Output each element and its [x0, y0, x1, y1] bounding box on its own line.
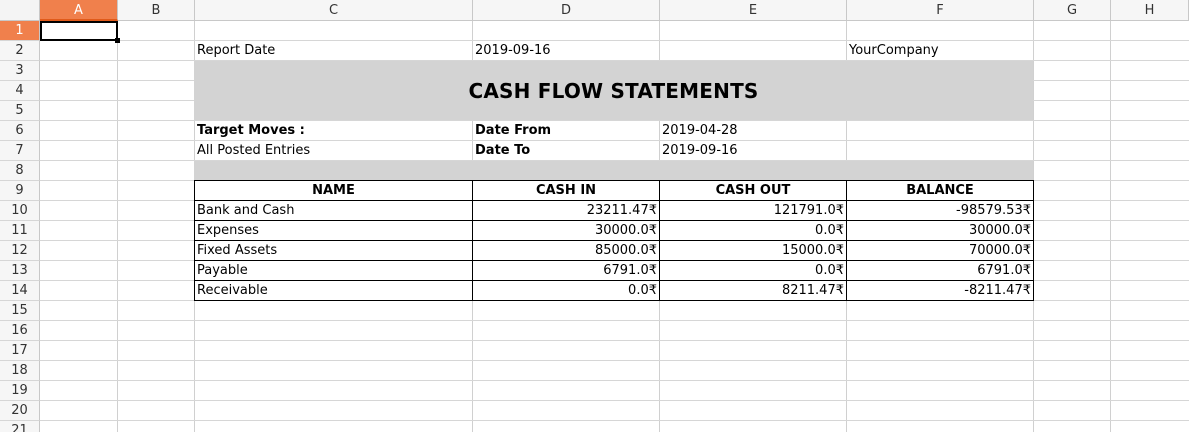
table-cell-cash-in[interactable]: 85000.0₹: [473, 241, 659, 261]
table-cell-balance[interactable]: 30000.0₹: [847, 221, 1033, 241]
table-header-cash-in[interactable]: CASH IN: [473, 181, 659, 201]
table-cell-name[interactable]: Fixed Assets: [195, 241, 472, 261]
table-cell-cash-in[interactable]: 6791.0₹: [473, 261, 659, 281]
select-all-corner[interactable]: [0, 0, 40, 21]
column-header-e[interactable]: E: [660, 0, 847, 21]
row-header-11[interactable]: 11: [0, 221, 40, 241]
table-cell-balance[interactable]: 6791.0₹: [847, 261, 1033, 281]
row-header-21[interactable]: 21: [0, 421, 40, 432]
report-date-value[interactable]: 2019-09-16: [473, 41, 659, 61]
table-cell-name[interactable]: Payable: [195, 261, 472, 281]
target-moves-label[interactable]: Target Moves :: [195, 121, 472, 141]
table-cell-cash-in[interactable]: 0.0₹: [473, 281, 659, 301]
table-header-balance[interactable]: BALANCE: [847, 181, 1033, 201]
column-header-d[interactable]: D: [473, 0, 660, 21]
column-header-a[interactable]: A: [40, 0, 118, 21]
row-header-13[interactable]: 13: [0, 261, 40, 281]
gridline: [40, 400, 1189, 401]
table-border: [1033, 180, 1034, 301]
row-header-5[interactable]: 5: [0, 101, 40, 121]
table-cell-name[interactable]: Bank and Cash: [195, 201, 472, 221]
gridline: [40, 380, 1189, 381]
row-header-8[interactable]: 8: [0, 161, 40, 181]
cell-grid[interactable]: CASH FLOW STATEMENTS Report Date 2019-09…: [40, 21, 1189, 432]
date-from-value[interactable]: 2019-04-28: [660, 121, 846, 141]
table-cell-name[interactable]: Receivable: [195, 281, 472, 301]
row-header-19[interactable]: 19: [0, 381, 40, 401]
column-header-h[interactable]: H: [1111, 0, 1189, 21]
company-name[interactable]: YourCompany: [847, 41, 1033, 61]
fill-handle[interactable]: [115, 38, 120, 43]
column-header-g[interactable]: G: [1034, 0, 1111, 21]
gridline: [40, 320, 1189, 321]
column-header-c[interactable]: C: [195, 0, 473, 21]
table-cell-cash-out[interactable]: 121791.0₹: [660, 201, 846, 221]
gridline: [1110, 21, 1111, 432]
report-date-label[interactable]: Report Date: [195, 41, 472, 61]
target-moves-value[interactable]: All Posted Entries: [195, 141, 472, 161]
row-header-17[interactable]: 17: [0, 341, 40, 361]
row-header-1[interactable]: 1: [0, 21, 40, 41]
row-header-7[interactable]: 7: [0, 141, 40, 161]
row-header-10[interactable]: 10: [0, 201, 40, 221]
table-cell-balance[interactable]: 70000.0₹: [847, 241, 1033, 261]
table-cell-cash-out[interactable]: 8211.47₹: [660, 281, 846, 301]
table-cell-cash-in[interactable]: 30000.0₹: [473, 221, 659, 241]
row-header-4[interactable]: 4: [0, 81, 40, 101]
date-to-label[interactable]: Date To: [473, 141, 659, 161]
table-header-cash-out[interactable]: CASH OUT: [660, 181, 846, 201]
column-header-row: A B C D E F G H: [0, 0, 1189, 21]
row-header-3[interactable]: 3: [0, 61, 40, 81]
row-header-2[interactable]: 2: [0, 41, 40, 61]
gridline: [40, 420, 1189, 421]
date-to-value[interactable]: 2019-09-16: [660, 141, 846, 161]
table-cell-cash-out[interactable]: 0.0₹: [660, 221, 846, 241]
column-header-f[interactable]: F: [847, 0, 1034, 21]
row-header-18[interactable]: 18: [0, 361, 40, 381]
gridline: [40, 360, 1189, 361]
table-header-name[interactable]: NAME: [195, 181, 472, 201]
spreadsheet: A B C D E F G H 1 2 3 4 5 6 7 8 9 10 11 …: [0, 0, 1189, 432]
report-title[interactable]: CASH FLOW STATEMENTS: [194, 61, 1033, 120]
table-cell-cash-out[interactable]: 15000.0₹: [660, 241, 846, 261]
row-header-20[interactable]: 20: [0, 401, 40, 421]
table-cell-cash-in[interactable]: 23211.47₹: [473, 201, 659, 221]
row-header-16[interactable]: 16: [0, 321, 40, 341]
row-header-9[interactable]: 9: [0, 181, 40, 201]
row-header-12[interactable]: 12: [0, 241, 40, 261]
column-header-b[interactable]: B: [118, 0, 195, 21]
table-cell-balance[interactable]: -8211.47₹: [847, 281, 1033, 301]
date-from-label[interactable]: Date From: [473, 121, 659, 141]
table-cell-cash-out[interactable]: 0.0₹: [660, 261, 846, 281]
active-cell-cursor[interactable]: [40, 21, 118, 41]
row-header-14[interactable]: 14: [0, 281, 40, 301]
separator-band: [194, 161, 1033, 180]
gridline: [117, 21, 118, 432]
table-cell-balance[interactable]: -98579.53₹: [847, 201, 1033, 221]
row-header-15[interactable]: 15: [0, 301, 40, 321]
gridline: [40, 340, 1189, 341]
table-cell-name[interactable]: Expenses: [195, 221, 472, 241]
row-header-6[interactable]: 6: [0, 121, 40, 141]
